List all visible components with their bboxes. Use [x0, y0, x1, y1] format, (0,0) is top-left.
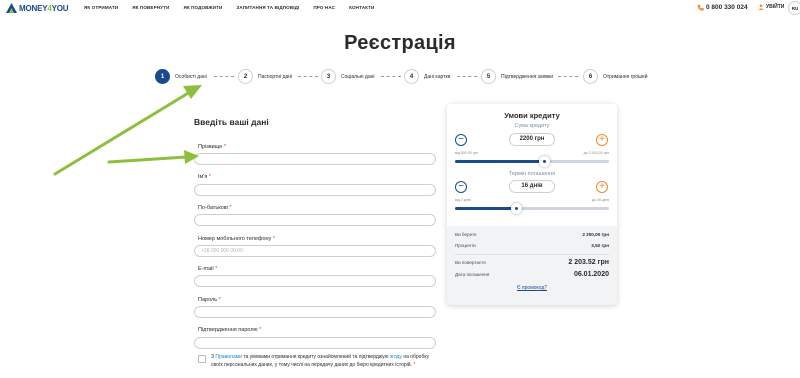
- phone-link[interactable]: 0 800 330 024: [697, 4, 748, 11]
- step-number: 1: [155, 69, 170, 84]
- summary-value: 2 203.52 грн: [568, 259, 609, 266]
- step-personal[interactable]: 1 Особисті дані: [155, 69, 207, 84]
- login-button[interactable]: УВІЙТИ: [758, 4, 784, 10]
- step-number: 2: [238, 69, 253, 84]
- summary-key: Ви повертаєте: [455, 260, 486, 265]
- term-plus-button[interactable]: +: [596, 181, 608, 193]
- phone-icon: [697, 4, 704, 11]
- amount-max-label: до 3 000,00 грн: [583, 151, 609, 155]
- summary-row-interest: Проценти 3,52 грн: [455, 243, 609, 248]
- step-divider: [558, 76, 578, 77]
- amount-slider-fill: [455, 160, 545, 163]
- password-confirm-field[interactable]: [194, 337, 436, 349]
- arrow-to-step-one: [53, 85, 202, 176]
- label-surname: Прізвище *: [198, 144, 226, 150]
- label-patronymic: По-батькові *: [198, 205, 232, 211]
- amount-slider-thumb[interactable]: [538, 156, 550, 167]
- logo-icon: [6, 3, 17, 13]
- user-icon: [758, 4, 764, 10]
- amount-slider[interactable]: [455, 156, 609, 167]
- summary-divider: [455, 254, 609, 255]
- amount-minus-button[interactable]: −: [455, 134, 467, 146]
- term-value[interactable]: 16 днів: [509, 180, 555, 193]
- summary-key: Проценти: [455, 243, 476, 248]
- nav-how-to-return[interactable]: ЯК ПОВЕРНУТИ: [132, 5, 169, 10]
- step-number: 6: [583, 69, 598, 84]
- step-label: Особисті дані: [175, 73, 207, 80]
- summary-row-return: Ви повертаєте 2 203.52 грн: [455, 259, 609, 266]
- term-label: Термін погашення: [508, 171, 556, 177]
- summary-key: Дата погашення: [455, 272, 490, 277]
- term-slider-fill: [455, 207, 517, 210]
- label-password-confirm: Підтвердження паролю *: [198, 327, 262, 333]
- step-number: 5: [481, 69, 496, 84]
- credit-card-title: Умови кредиту: [504, 111, 560, 120]
- step-divider: [214, 76, 234, 77]
- label-first-name: Ім'я *: [198, 174, 212, 180]
- label-phone: Номер мобільного телефону *: [198, 236, 275, 242]
- nav-contacts[interactable]: КОНТАКТИ: [349, 5, 374, 10]
- phone-number: 0 800 330 024: [706, 4, 748, 11]
- step-passport[interactable]: 2 Паспортні дані: [238, 69, 292, 84]
- promo-code-link[interactable]: Є промокод?: [447, 285, 617, 291]
- password-field[interactable]: [194, 306, 436, 318]
- logo-text: MONEY4YOU: [19, 3, 69, 13]
- step-label: Отримання грошей: [603, 73, 648, 80]
- logo[interactable]: MONEY4YOU: [6, 2, 69, 14]
- summary-key: Ви берете: [455, 232, 477, 237]
- email-field[interactable]: [194, 275, 436, 287]
- nav-about[interactable]: ПРО НАС: [313, 5, 335, 10]
- first-name-field[interactable]: [194, 184, 436, 196]
- step-social[interactable]: 3 Соціальні дані: [321, 69, 375, 84]
- consent-block: З Правилами та умовами отримання кредиту…: [198, 354, 437, 369]
- nav-how-to-get[interactable]: ЯК ОТРИМАТИ: [84, 5, 118, 10]
- consent-link[interactable]: згоду: [390, 354, 402, 360]
- summary-value: 2 200,00 грн: [582, 232, 609, 237]
- amount-min-label: від 500,00 грн: [455, 151, 479, 155]
- term-slider-thumb[interactable]: [511, 203, 523, 214]
- step-label: Паспортні дані: [258, 73, 293, 80]
- step-label: Соціальні дані: [341, 73, 375, 80]
- top-header: MONEY4YOU ЯК ОТРИМАТИ ЯК ПОВЕРНУТИ ЯК ПО…: [0, 0, 800, 16]
- summary-value: 06.01.2020: [573, 271, 609, 278]
- summary-row-date: Дата погашення 06.01.2020: [455, 271, 609, 278]
- nav-how-to-extend[interactable]: ЯК ПОДОВЖИТИ: [183, 5, 222, 10]
- term-slider[interactable]: [455, 203, 609, 214]
- step-receive[interactable]: 6 Отримання грошей: [583, 69, 648, 84]
- credit-terms-card: Умови кредиту Сума кредиту − 2200 грн + …: [447, 104, 617, 305]
- step-card[interactable]: 4 Дані картки: [404, 69, 450, 84]
- amount-plus-button[interactable]: +: [596, 134, 608, 146]
- amount-value[interactable]: 2200 грн: [509, 133, 555, 146]
- nav-faq[interactable]: ЗАПИТАННЯ ТА ВІДПОВІДІ: [236, 5, 299, 10]
- main-nav: ЯК ОТРИМАТИ ЯК ПОВЕРНУТИ ЯК ПОДОВЖИТИ ЗА…: [84, 5, 388, 10]
- summary-value: 3,52 грн: [591, 243, 609, 248]
- label-password: Пароль *: [198, 297, 221, 303]
- registration-stepper: 1 Особисті дані 2 Паспортні дані 3 Соціа…: [0, 69, 800, 85]
- amount-label: Сума кредиту: [514, 123, 550, 129]
- form-title: Введіть ваші дані: [194, 117, 269, 127]
- rules-link[interactable]: Правилами: [215, 354, 242, 360]
- step-divider: [457, 76, 477, 77]
- login-label: УВІЙТИ: [766, 4, 785, 10]
- consent-text: З Правилами та умовами отримання кредиту…: [211, 354, 430, 368]
- term-minus-button[interactable]: −: [455, 181, 467, 193]
- term-max-label: до 30 днів: [592, 198, 609, 202]
- step-label: Підтвердження заявки: [501, 73, 554, 80]
- step-divider: [381, 76, 401, 77]
- surname-field[interactable]: [194, 153, 436, 165]
- patronymic-field[interactable]: [194, 214, 436, 226]
- step-divider: [298, 76, 318, 77]
- phone-field[interactable]: [194, 245, 436, 257]
- step-number: 4: [404, 69, 419, 84]
- label-email: E-mail *: [198, 266, 218, 272]
- step-label: Дані картки: [424, 73, 451, 80]
- summary-row-take: Ви берете 2 200,00 грн: [455, 232, 609, 237]
- page-title: Реєстрація: [344, 32, 456, 54]
- step-confirm[interactable]: 5 Підтвердження заявки: [481, 69, 553, 84]
- step-number: 3: [321, 69, 336, 84]
- language-switch[interactable]: RU: [788, 1, 800, 15]
- consent-checkbox[interactable]: [198, 355, 206, 363]
- term-min-label: від 2 днів: [455, 198, 471, 202]
- arrow-to-surname: [107, 150, 199, 164]
